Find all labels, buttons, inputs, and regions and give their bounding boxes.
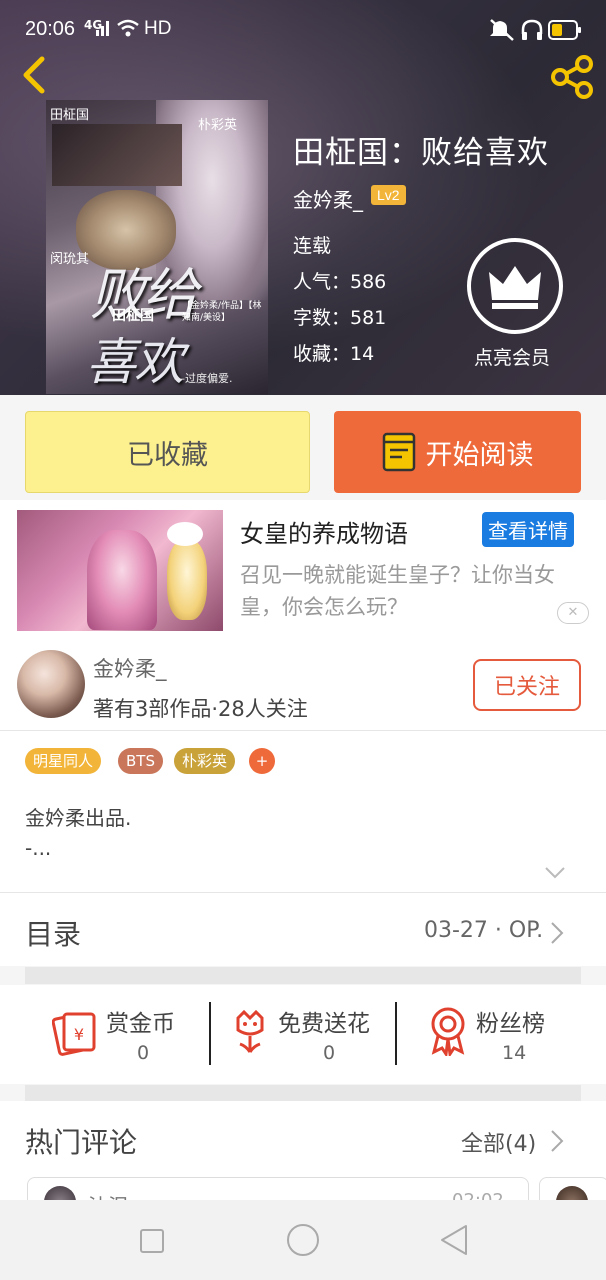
cover-name: 闵玧其 [50,252,90,267]
back-nav-icon[interactable] [440,1224,468,1256]
section-divider [25,967,581,984]
book-icon [382,432,415,472]
description-line: -... [25,836,52,860]
svg-text:¥: ¥ [74,1025,84,1044]
signal-icon [96,21,109,36]
author-card[interactable]: 金妗柔_ 著有3部作品·28人关注 已关注 [0,635,606,730]
author-level-badge: Lv2 [371,185,406,205]
section-divider [25,1085,581,1101]
ad-banner[interactable]: 女皇的养成物语 查看详情 召见一晚就能诞生皇子？让你当女皇，你会怎么玩？ ✕ [0,500,606,635]
system-nav-bar [0,1200,606,1280]
headphones-icon [521,19,543,40]
followed-label: 已关注 [493,675,560,700]
start-reading-label: 开始阅读 [425,439,534,471]
favorited-button[interactable]: 已收藏 [25,411,310,493]
ad-details-button[interactable]: 查看详情 [482,512,574,547]
fan-ranking-label: 粉丝榜 [476,1011,545,1037]
fan-ranking-button[interactable]: 粉丝榜 14 [428,1000,578,1070]
support-stats: ¥ 赏金币 0 免费送花 0 粉丝榜 14 [0,985,606,1084]
ad-description: 召见一晚就能诞生皇子？让你当女皇，你会怎么玩？ [240,563,555,619]
ad-character [87,530,157,630]
book-title: 田柾国：败给喜欢 [293,135,549,171]
favorited-label: 已收藏 [127,439,208,471]
tag[interactable]: BTS [118,748,163,774]
book-cover[interactable]: 田柾国 朴彩英 闵玧其 败给 田柾国 【金妗柔/作品】【林知南/美设】 喜欢 —… [46,100,268,394]
all-comments-link[interactable]: 全部(4) [461,1126,536,1158]
ad-close-button[interactable]: ✕ [557,602,589,624]
reward-coins-button[interactable]: ¥ 赏金币 0 [52,1000,202,1070]
ad-character [167,540,207,620]
red-envelope-icon: ¥ [52,1012,96,1056]
stat-divider [209,1002,211,1065]
mute-icon [490,19,514,41]
followed-button[interactable]: 已关注 [473,659,581,711]
hot-comments-section: 热门评论 全部(4) 沐泪 02:02 [0,1101,606,1218]
status-bar: 20:06 4G HD [0,0,606,60]
toc-label: 目录 [25,918,82,951]
cover-name: 田柾国 [50,108,90,123]
add-tag-button[interactable]: + [249,748,275,774]
toc-latest-chapter: 03-27 · OP. [424,918,544,943]
share-icon[interactable] [548,55,596,99]
description-line: 金妗柔出品. [25,806,132,830]
book-word-count: 字数：581 [293,307,387,329]
hot-comments-title: 热门评论 [25,1126,138,1159]
ad-title[interactable]: 女皇的养成物语 [240,514,408,549]
chevron-right-icon [551,1130,564,1152]
cover-name: 朴彩英 [198,118,238,133]
ad-speech-bubble [167,522,203,546]
medal-icon [431,1007,465,1056]
tag[interactable]: 明星同人 [25,748,102,774]
book-status: 连载 [293,235,332,257]
author-avatar[interactable] [17,650,85,718]
reward-coins-count: 0 [137,1042,150,1064]
book-favorites: 收藏：14 [293,343,375,365]
free-flower-count: 0 [323,1042,336,1064]
chevron-right-icon [551,922,564,944]
fan-ranking-count: 14 [502,1042,527,1064]
table-of-contents-row[interactable]: 目录 03-27 · OP. [0,892,606,966]
flower-icon [236,1009,264,1053]
book-author[interactable]: 金妗柔_ [293,184,363,213]
start-reading-button[interactable]: 开始阅读 [334,411,581,493]
free-flower-button[interactable]: 免费送花 0 [230,1000,390,1070]
stat-divider [395,1002,397,1065]
crown-icon [489,266,541,309]
back-icon[interactable] [18,55,48,95]
tag[interactable]: 朴彩英 [174,748,236,774]
cover-credits: 【金妗柔/作品】【林知南/美设】 [182,301,262,323]
home-icon[interactable] [286,1223,320,1257]
book-info-section: 明星同人 BTS 朴彩英 + 金妗柔出品. -... [0,730,606,892]
ad-image[interactable] [17,510,223,631]
vip-button[interactable] [467,238,563,334]
reward-coins-label: 赏金币 [106,1011,175,1037]
cover-subtitle: —过度偏爱. [174,372,233,385]
author-info: 著有3部作品·28人关注 [93,697,308,721]
hd-indicator: HD [144,18,172,39]
recents-icon[interactable] [139,1228,165,1254]
vip-label[interactable]: 点亮会员 [474,343,550,370]
free-flower-label: 免费送花 [278,1011,370,1037]
cover-title-big: 喜欢 [86,333,184,391]
book-popularity: 人气：586 [293,271,387,293]
wifi-icon [117,19,139,37]
book-description[interactable]: 金妗柔出品. -... [25,803,131,863]
cover-art-panel [52,124,182,186]
author-name[interactable]: 金妗柔_ [93,653,167,683]
status-time: 20:06 [25,18,76,40]
battery-icon [548,20,581,40]
chevron-down-icon[interactable] [544,866,566,880]
